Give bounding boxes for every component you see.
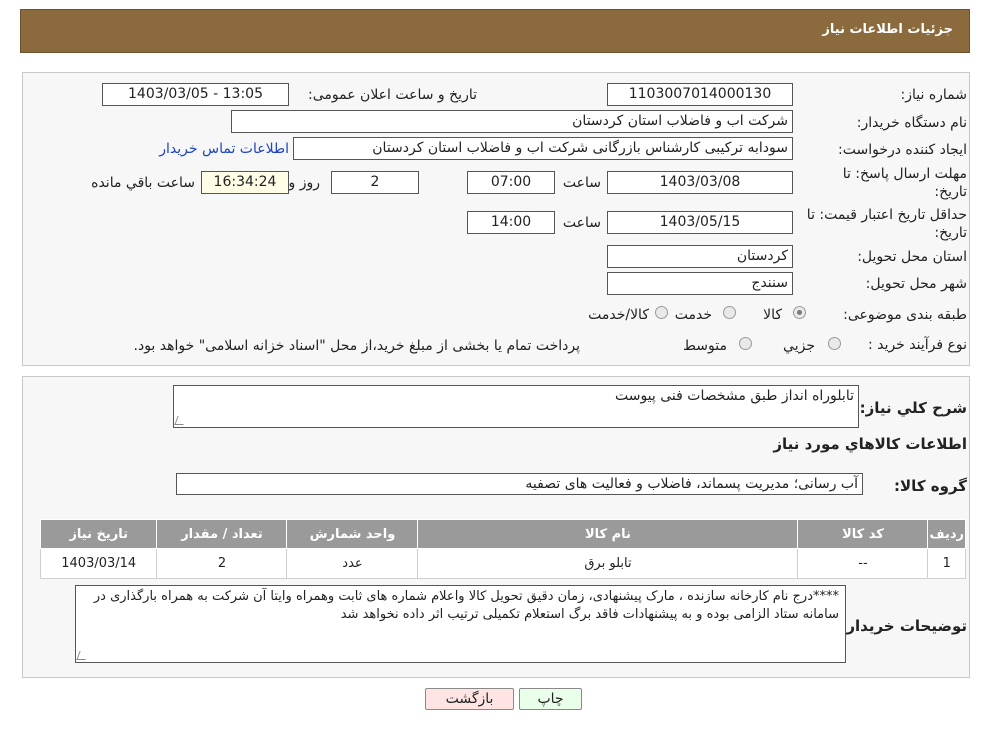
cell-row: 1 (927, 548, 966, 579)
days-field: 2 (331, 171, 419, 194)
buyer-org-label: نام دستگاه خریدار: (856, 115, 967, 131)
need-number-label: شماره نیاز: (900, 87, 968, 103)
category-option-goods: کالا (763, 307, 782, 323)
city-field: سنندج (607, 272, 793, 295)
cell-unit: عدد (286, 548, 419, 579)
print-button[interactable]: چاپ (519, 688, 582, 710)
validity-label-1: حداقل تاریخ اعتبار قیمت: تا (806, 207, 967, 223)
deadline-time-word: ساعت (562, 175, 601, 191)
col-row: رديف (927, 519, 966, 549)
cell-name: تابلو برق (417, 548, 799, 579)
col-unit: واحد شمارش (286, 519, 419, 549)
days-word: روز و (288, 175, 321, 191)
col-name: نام کالا (417, 519, 799, 549)
notes-label: توضیحات خریدار: (840, 617, 967, 635)
validity-label-2: تاریخ: (934, 225, 967, 241)
validity-date-field: 1403/05/15 (607, 211, 793, 234)
cell-date: 1403/03/14 (39, 548, 158, 579)
summary-textarea[interactable]: تابلوراه انداز طبق مشخصات فنی پیوست (173, 385, 859, 428)
summary-label: شرح کلي نياز: (859, 399, 967, 417)
category-radio-goods[interactable] (793, 306, 806, 319)
col-qty: تعداد / مقدار (156, 519, 288, 549)
process-radio-medium[interactable] (739, 337, 752, 350)
remaining-time-field: 16:34:24 (201, 171, 289, 194)
process-option-partial: جزیي (783, 338, 815, 354)
announce-label: تاریخ و ساعت اعلان عمومی: (308, 87, 477, 103)
category-option-both: کالا/خدمت (588, 307, 649, 323)
table-header-row: رديف کد کالا نام کالا واحد شمارش تعداد /… (39, 519, 966, 549)
deadline-label-2: تاریخ: (934, 184, 967, 200)
category-label: طبقه بندی موضوعی: (843, 307, 967, 323)
deadline-date-field: 1403/03/08 (607, 171, 793, 194)
remaining-word: ساعت باقي مانده (91, 175, 195, 191)
creator-field: سودابه ترکیبی کارشناس بازرگانی شرکت اب و… (293, 137, 793, 160)
resize-grip-icon[interactable] (174, 416, 187, 425)
col-date: تاريخ نياز (39, 519, 158, 549)
notes-text: ****درج نام کارخانه سازنده ، مارک پیشنها… (93, 589, 839, 622)
category-option-service: خدمت (674, 307, 712, 323)
group-label: گروه کالا: (894, 477, 967, 495)
deadline-label-1: مهلت ارسال پاسخ: تا (842, 166, 967, 182)
back-button[interactable]: بازگشت (425, 688, 514, 710)
validity-time-word: ساعت (562, 215, 601, 231)
province-label: استان محل تحویل: (857, 249, 967, 265)
items-table: رديف کد کالا نام کالا واحد شمارش تعداد /… (39, 519, 966, 579)
group-field: آب رسانی؛ مدیریت پسماند، فاضلاب و فعالیت… (176, 473, 863, 495)
province-field: کردستان (607, 245, 793, 268)
goods-section-title: اطلاعات کالاهاي مورد نياز (773, 435, 967, 453)
page-title: جزئیات اطلاعات نیاز (20, 9, 970, 53)
city-label: شهر محل تحویل: (865, 276, 967, 292)
cell-code: -- (797, 548, 929, 579)
process-label: نوع فرآیند خرید : (868, 337, 967, 353)
announce-field: 1403/03/05 - 13:05 (102, 83, 289, 106)
validity-time-field: 14:00 (467, 211, 555, 234)
col-code: کد کالا (797, 519, 929, 549)
creator-label: ایجاد کننده درخواست: (838, 142, 967, 158)
process-radio-partial[interactable] (828, 337, 841, 350)
cell-qty: 2 (156, 548, 288, 579)
category-radio-service[interactable] (723, 306, 736, 319)
process-option-medium: متوسط (683, 338, 727, 354)
deadline-time-field: 07:00 (467, 171, 555, 194)
summary-text: تابلوراه انداز طبق مشخصات فنی پیوست (614, 388, 854, 404)
category-radio-both[interactable] (655, 306, 668, 319)
resize-grip-icon[interactable] (76, 651, 89, 660)
buyer-org-field: شرکت اب و فاضلاب استان کردستان (231, 110, 793, 133)
table-row: 1 -- تابلو برق عدد 2 1403/03/14 (39, 548, 966, 579)
notes-textarea[interactable]: ****درج نام کارخانه سازنده ، مارک پیشنها… (75, 585, 846, 663)
need-number-field: 1103007014000130 (607, 83, 793, 106)
process-note: پرداخت تمام یا بخشی از مبلغ خرید،از محل … (133, 338, 580, 354)
buyer-contact-link[interactable]: اطلاعات تماس خریدار (159, 141, 289, 157)
